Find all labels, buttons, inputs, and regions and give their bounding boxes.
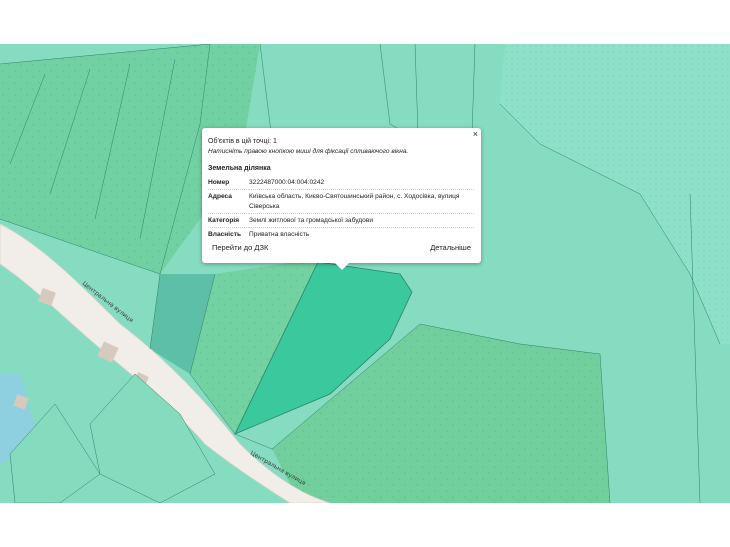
attr-row-category: Категорія Землі житлової та громадської … [208, 213, 474, 228]
parcel-attributes-table: Номер 3222487000:04:004:0242 Адреса Київ… [208, 176, 474, 241]
object-count: Об'єктів в цій точці: 1 [208, 138, 277, 145]
go-to-dzk-link[interactable]: Перейти до ДЗК [212, 243, 268, 252]
details-link[interactable]: Детальніше [430, 243, 471, 252]
attr-value: Київська область, Києво-Святошинський ра… [249, 189, 474, 214]
attr-value: Приватна власність [249, 230, 310, 238]
popup-tip [335, 263, 349, 270]
attr-key: Номер [208, 176, 249, 190]
attr-row-ownership: Власність Приватна власність [208, 228, 474, 242]
attr-key: Категорія [208, 213, 249, 228]
attr-key: Власність [208, 230, 242, 238]
attr-row-number: Номер 3222487000:04:004:0242 [208, 176, 474, 190]
close-icon[interactable]: × [473, 129, 478, 139]
popup-hint: Натисніть правою кнопкою миші для фіксац… [208, 148, 409, 155]
attr-value: 3222487000:04:004:0242 [249, 176, 474, 190]
attr-value: Землі житлової та громадської забудови [249, 213, 474, 228]
attr-row-address: Адреса Київська область, Києво-Святошинс… [208, 189, 474, 214]
attr-key: Адреса [208, 189, 249, 214]
map-view[interactable]: Центральна вулиця Центральна вулиця [0, 44, 730, 503]
parcel-info-popup: × Об'єктів в цій точці: 1 Натисніть прав… [202, 128, 481, 270]
section-title: Земельна ділянка [208, 165, 271, 172]
